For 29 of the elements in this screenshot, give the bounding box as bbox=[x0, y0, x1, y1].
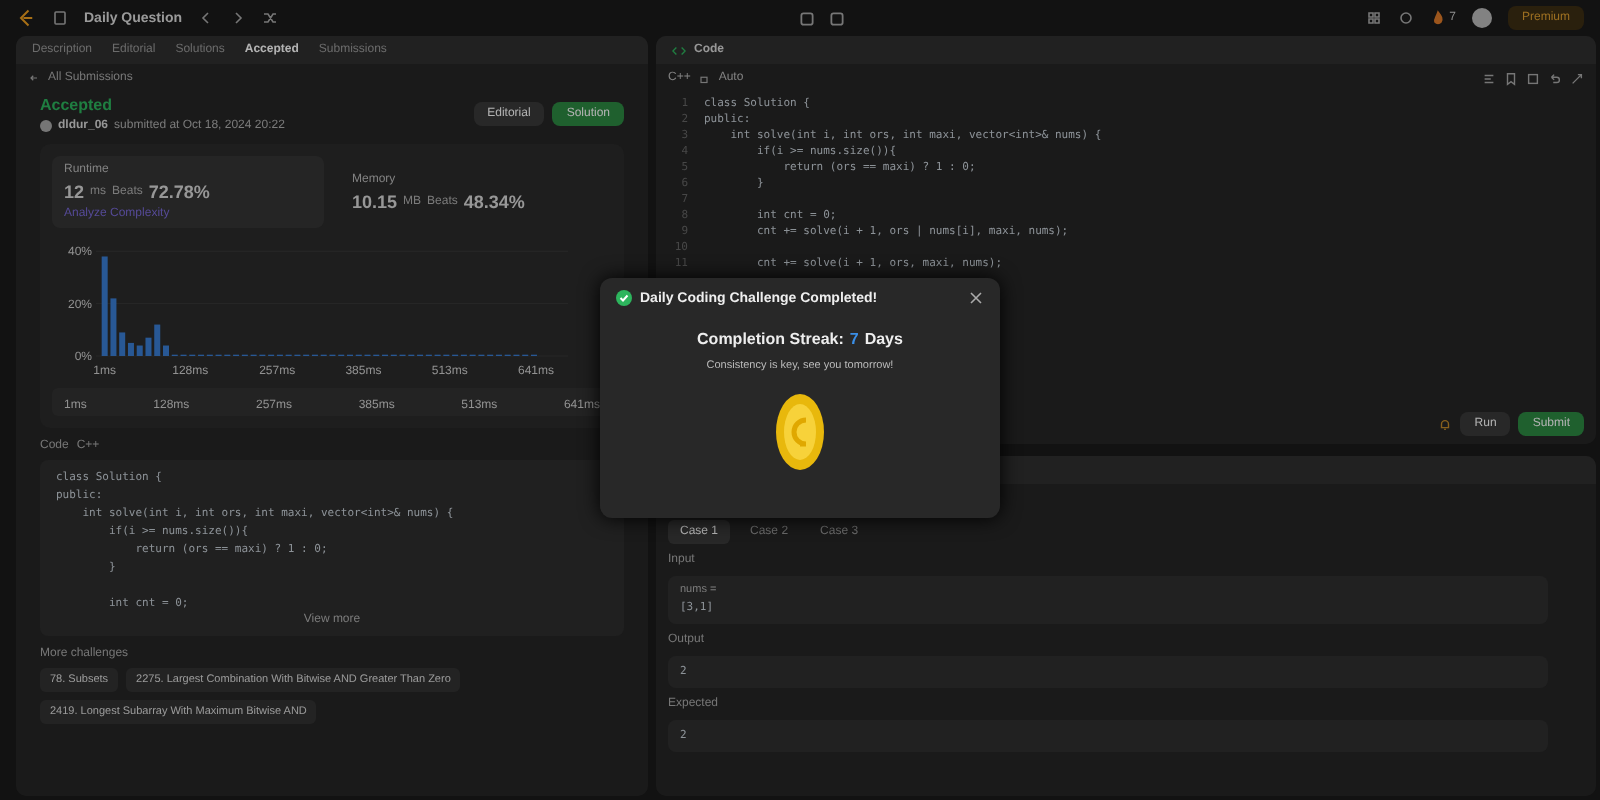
status-text: Accepted bbox=[40, 96, 115, 114]
settings-icon[interactable] bbox=[1397, 10, 1414, 26]
beats-value: 48.34% bbox=[463, 191, 525, 211]
stat-value: 10.15 bbox=[352, 191, 398, 211]
streak-unit: Days bbox=[864, 330, 903, 348]
arrow-left-icon[interactable] bbox=[28, 72, 40, 84]
undo-icon[interactable] bbox=[1548, 71, 1562, 85]
avatar-icon bbox=[40, 120, 52, 132]
shuffle-icon[interactable] bbox=[262, 10, 279, 26]
streak-value: 7 bbox=[849, 330, 859, 348]
beats-value: 72.78% bbox=[148, 182, 210, 202]
avatar-icon[interactable] bbox=[1471, 8, 1492, 28]
close-icon[interactable] bbox=[968, 290, 984, 306]
bell-icon[interactable] bbox=[1438, 417, 1453, 431]
grid-icon[interactable] bbox=[1365, 10, 1382, 26]
bookmark-icon[interactable] bbox=[1504, 71, 1518, 85]
lock-icon[interactable] bbox=[698, 72, 711, 84]
coin-icon bbox=[774, 392, 826, 472]
chevron-left-icon[interactable] bbox=[198, 10, 215, 26]
fire-icon[interactable] bbox=[1429, 10, 1446, 26]
check-icon bbox=[616, 290, 632, 306]
logo-icon[interactable] bbox=[16, 8, 36, 28]
code-icon[interactable] bbox=[672, 43, 686, 57]
streak-label: Completion Streak: bbox=[697, 330, 844, 348]
chevron-right-icon[interactable] bbox=[230, 10, 247, 26]
stat-value: 12 bbox=[64, 182, 85, 202]
format-icon[interactable] bbox=[1482, 71, 1496, 85]
notebook-icon[interactable] bbox=[52, 10, 68, 26]
expand-icon[interactable] bbox=[1570, 71, 1584, 85]
